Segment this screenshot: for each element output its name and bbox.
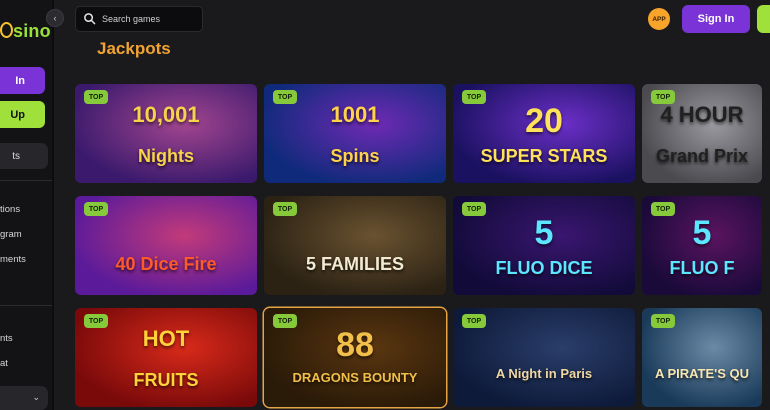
game-title-line2: FLUO DICE <box>495 258 593 278</box>
sign-in-button[interactable]: Sign In <box>682 5 750 33</box>
sidebar-item-promotions[interactable]: tions <box>0 204 20 215</box>
top-bar: Search games APP Sign In <box>54 0 770 38</box>
app-download-badge[interactable]: APP <box>648 8 670 30</box>
top-badge: TOP <box>462 90 486 104</box>
game-title-line1: 5 <box>534 214 554 252</box>
top-badge: TOP <box>273 202 297 216</box>
game-title-line1: 10,001 <box>132 102 200 127</box>
game-tile[interactable]: TOP A PIRATE'S QU <box>642 308 762 407</box>
sidebar-item-chat[interactable]: at <box>0 358 8 369</box>
sign-up-button[interactable] <box>757 5 770 33</box>
game-tile[interactable]: TOP HOT FRUITS <box>75 308 257 407</box>
sidebar-item-pill[interactable]: ts <box>0 143 48 169</box>
sidebar-item-tournaments[interactable]: ments <box>0 254 26 265</box>
brand-logo[interactable]: sino <box>0 21 51 42</box>
logo-coin-icon <box>0 22 13 38</box>
game-title-line2: A PIRATE'S QU <box>654 366 750 381</box>
game-tile[interactable]: TOP 20 SUPER STARS <box>453 84 635 183</box>
top-badge: TOP <box>651 314 675 328</box>
game-title-line2: A Night in Paris <box>495 366 593 381</box>
top-badge: TOP <box>462 314 486 328</box>
game-tile[interactable]: TOP 5 FAMILIES <box>264 196 446 295</box>
top-badge: TOP <box>273 314 297 328</box>
game-title-line1: 20 <box>525 102 563 140</box>
game-title-line2: Spins <box>330 146 380 166</box>
sidebar-divider <box>0 180 54 181</box>
game-title-line1: 88 <box>336 326 374 364</box>
top-badge: TOP <box>651 90 675 104</box>
chevron-left-icon: ‹ <box>53 13 57 23</box>
game-title-line2: Grand Prix <box>655 146 749 166</box>
top-badge: TOP <box>84 314 108 328</box>
game-title-line2: FLUO F <box>669 258 735 278</box>
game-title-line1: HOT <box>142 326 190 351</box>
top-badge: TOP <box>462 202 486 216</box>
game-tile[interactable]: TOP A Night in Paris <box>453 308 635 407</box>
chevron-down-icon: ⌄ <box>32 392 40 402</box>
sidebar-item-payments[interactable]: nts <box>0 333 13 344</box>
game-title-line2: 40 Dice Fire <box>115 254 217 274</box>
search-icon <box>84 13 96 25</box>
search-input[interactable]: Search games <box>75 6 203 32</box>
sidebar-item-program[interactable]: gram <box>0 229 22 240</box>
sidebar-login-button[interactable]: In <box>0 67 45 94</box>
search-placeholder: Search games <box>102 14 161 24</box>
game-title-line2: 5 FAMILIES <box>305 254 404 274</box>
game-tile[interactable]: TOP 1001 Spins <box>264 84 446 183</box>
sidebar-collapse-button[interactable]: ‹ <box>46 9 64 27</box>
game-title-line2: Nights <box>138 146 194 166</box>
game-title-line1: 1001 <box>330 102 380 127</box>
logo-text: sino <box>13 21 51 41</box>
game-title-line2: SUPER STARS <box>480 146 608 166</box>
game-title-line1: 5 <box>692 214 712 252</box>
game-tile[interactable]: TOP 10,001 Nights <box>75 84 257 183</box>
game-tile[interactable]: TOP 88 DRAGONS BOUNTY <box>264 308 446 407</box>
sidebar: sino In Up ts tions gram ments nts at ⌄ <box>0 0 54 410</box>
sidebar-scrollbar[interactable] <box>52 0 54 410</box>
game-title-line2: DRAGONS BOUNTY <box>292 370 418 385</box>
section-title: Jackpots <box>97 39 171 58</box>
top-badge: TOP <box>84 202 108 216</box>
top-badge: TOP <box>84 90 108 104</box>
game-tile[interactable]: TOP 40 Dice Fire <box>75 196 257 295</box>
top-badge: TOP <box>273 90 297 104</box>
game-tile[interactable]: TOP 5 FLUO DICE <box>453 196 635 295</box>
top-badge: TOP <box>651 202 675 216</box>
game-tile[interactable]: TOP 4 HOUR Grand Prix <box>642 84 762 183</box>
game-title-line1: 4 HOUR <box>660 102 744 127</box>
language-select[interactable]: ⌄ <box>0 386 48 410</box>
game-title-line2: FRUITS <box>133 370 199 390</box>
sidebar-signup-button[interactable]: Up <box>0 101 45 128</box>
sidebar-divider <box>0 305 54 306</box>
game-tile[interactable]: TOP 5 FLUO F <box>642 196 762 295</box>
